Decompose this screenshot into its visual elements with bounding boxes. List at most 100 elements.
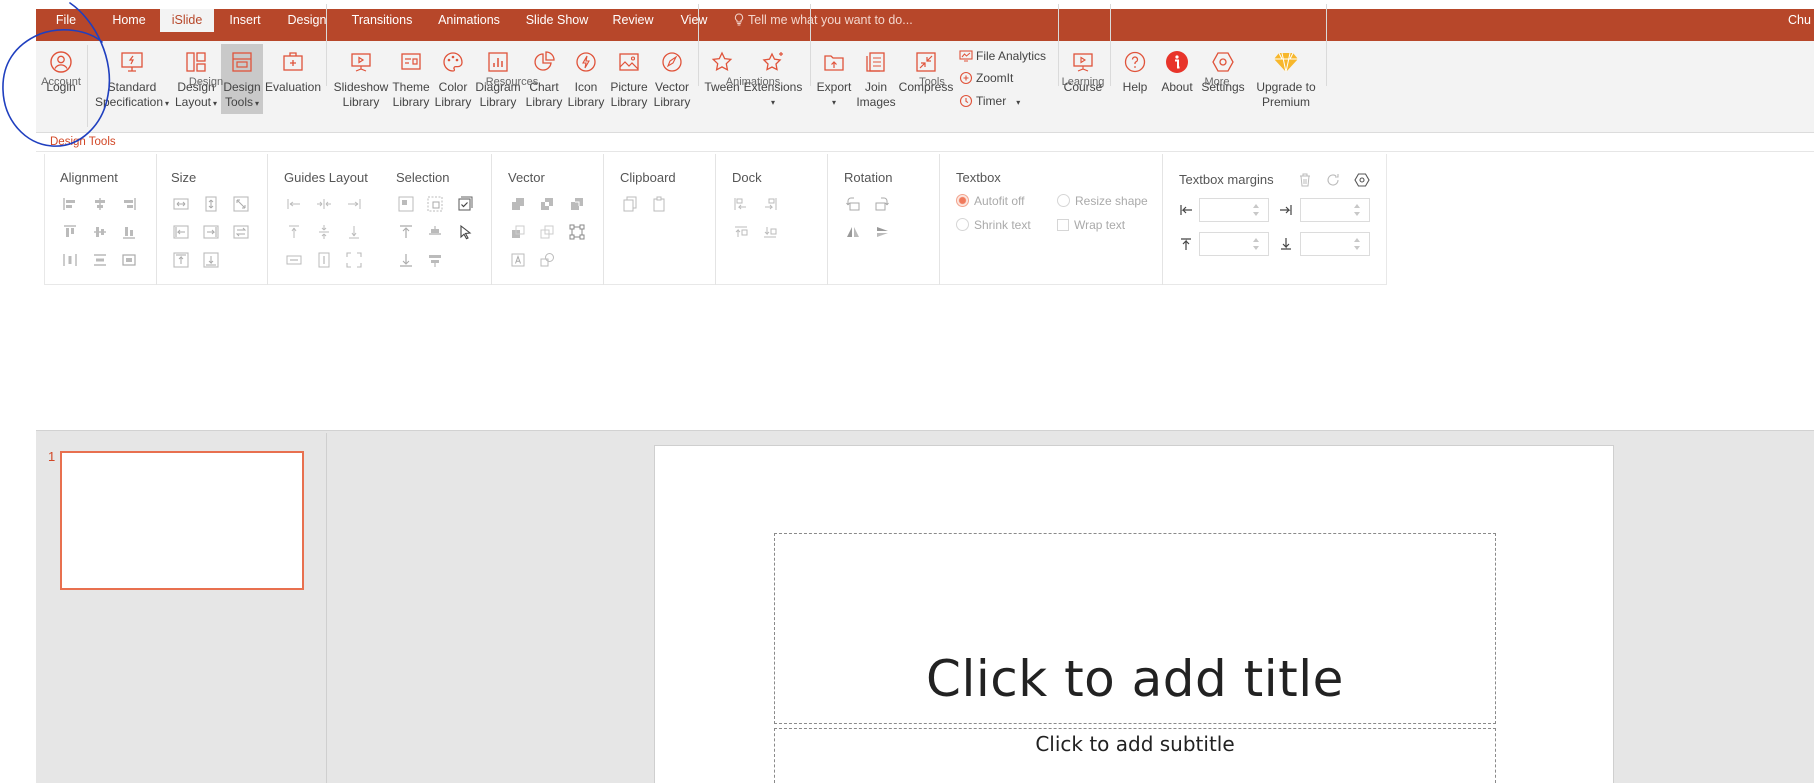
- align-bottom-icon[interactable]: [121, 224, 137, 240]
- tell-me-search[interactable]: Tell me what you want to do...: [734, 9, 913, 32]
- resize-shape-option[interactable]: Resize shape: [1057, 194, 1148, 208]
- section-separator: [156, 154, 157, 285]
- dropdown-arrow-icon: ▾: [770, 98, 775, 107]
- slide-thumbnail[interactable]: [60, 451, 304, 590]
- same-width-icon[interactable]: [173, 196, 189, 212]
- trash-icon[interactable]: [1297, 172, 1313, 188]
- tab-animations[interactable]: Animations: [432, 9, 506, 32]
- wrap-text-option[interactable]: Wrap text: [1057, 218, 1125, 232]
- vector-combine-icon[interactable]: [539, 196, 555, 212]
- tab-islide[interactable]: iSlide: [160, 9, 214, 32]
- dock-top-icon[interactable]: [733, 224, 749, 240]
- paste-size-icon[interactable]: [651, 196, 667, 212]
- copy-size-icon[interactable]: [622, 196, 638, 212]
- select-filter-icon[interactable]: [427, 252, 443, 268]
- select-middle-icon[interactable]: [427, 224, 443, 240]
- design-layout-label-2: Layout: [174, 95, 211, 109]
- align-top-icon[interactable]: [62, 224, 78, 240]
- vector-text-icon[interactable]: [510, 252, 526, 268]
- dock-right-icon[interactable]: [762, 196, 778, 212]
- guide-left-icon[interactable]: [286, 196, 302, 212]
- align-right-icon[interactable]: [121, 196, 137, 212]
- slideshow-icon: [351, 53, 371, 72]
- stretch-top-icon[interactable]: [173, 252, 189, 268]
- tell-me-placeholder: Tell me what you want to do...: [748, 13, 913, 27]
- rotate-right-icon[interactable]: [874, 196, 890, 212]
- stretch-bottom-icon[interactable]: [203, 252, 219, 268]
- theme-icon: [401, 53, 421, 70]
- vector-intersect-icon[interactable]: [510, 224, 526, 240]
- autofit-off-option[interactable]: Autofit off: [956, 194, 1024, 208]
- guide-bottom-icon[interactable]: [346, 224, 362, 240]
- margin-right-input[interactable]: [1300, 198, 1370, 222]
- same-size-icon[interactable]: [233, 196, 249, 212]
- dropdown-arrow-icon: ▾: [213, 99, 218, 108]
- file-analytics-button[interactable]: File Analytics: [959, 47, 1046, 65]
- rotate-left-icon[interactable]: [845, 196, 861, 212]
- same-height-icon[interactable]: [203, 196, 219, 212]
- guide-center-v-icon[interactable]: [316, 224, 332, 240]
- vector-union-icon[interactable]: [510, 196, 526, 212]
- flip-horizontal-icon[interactable]: [845, 224, 861, 240]
- section-separator: [715, 154, 716, 285]
- group-separator: [326, 4, 327, 86]
- distribute-vertical-icon[interactable]: [92, 252, 108, 268]
- guide-top-icon[interactable]: [286, 224, 302, 240]
- timer-button[interactable]: Timer ▾: [959, 92, 1020, 110]
- flip-vertical-icon[interactable]: [874, 224, 890, 240]
- select-similar-icon[interactable]: [427, 196, 443, 212]
- section-title-textbox: Textbox: [956, 170, 1001, 185]
- export-folder-icon: [824, 55, 844, 71]
- align-to-slide-icon[interactable]: [121, 252, 137, 268]
- tab-insert[interactable]: Insert: [222, 9, 268, 32]
- resize-shape-label: Resize shape: [1075, 194, 1148, 208]
- vector-edit-points-icon[interactable]: [569, 224, 585, 240]
- select-bottom-icon[interactable]: [398, 252, 414, 268]
- guide-fit-icon[interactable]: [346, 252, 362, 268]
- color-library-label-2: Library: [434, 95, 472, 109]
- slideshow-library-label-2: Library: [342, 95, 380, 109]
- section-separator: [1162, 154, 1163, 285]
- margin-left-input[interactable]: [1199, 198, 1269, 222]
- pointer-arrow-icon[interactable]: [457, 224, 473, 240]
- swap-size-icon[interactable]: [233, 224, 249, 240]
- margin-top-input[interactable]: [1199, 232, 1269, 256]
- settings-hexagon-icon[interactable]: [1354, 172, 1370, 188]
- align-middle-icon[interactable]: [92, 224, 108, 240]
- radio-unselected: [1057, 194, 1070, 207]
- section-separator: [491, 154, 492, 285]
- vector-fragment-icon[interactable]: [569, 196, 585, 212]
- vector-shapes-icon[interactable]: [539, 252, 555, 268]
- tab-view[interactable]: View: [676, 9, 712, 32]
- tab-review[interactable]: Review: [608, 9, 658, 32]
- align-left-icon[interactable]: [62, 196, 78, 212]
- select-check-icon[interactable]: [457, 196, 473, 212]
- guide-center-h-icon[interactable]: [316, 196, 332, 212]
- shrink-text-option[interactable]: Shrink text: [956, 218, 1031, 232]
- distribute-horizontal-icon[interactable]: [62, 252, 78, 268]
- dock-left-icon[interactable]: [733, 196, 749, 212]
- guide-height-icon[interactable]: [316, 252, 332, 268]
- refresh-icon[interactable]: [1325, 172, 1341, 188]
- section-title-size: Size: [171, 170, 197, 185]
- dropdown-arrow-icon: ▾: [1016, 98, 1021, 107]
- vector-subtract-icon[interactable]: [539, 224, 555, 240]
- dock-bottom-icon[interactable]: [762, 224, 778, 240]
- subtitle-placeholder-text: Click to add subtitle: [1035, 732, 1235, 756]
- stretch-left-icon[interactable]: [173, 224, 189, 240]
- stretch-right-icon[interactable]: [203, 224, 219, 240]
- select-same-icon[interactable]: [398, 196, 414, 212]
- guide-width-icon[interactable]: [286, 252, 302, 268]
- group-label-animations: Animations: [725, 76, 781, 88]
- tab-transitions[interactable]: Transitions: [348, 9, 416, 32]
- tab-slideshow[interactable]: Slide Show: [521, 9, 593, 32]
- guide-right-icon[interactable]: [346, 196, 362, 212]
- sparkle-star-icon: [762, 52, 783, 71]
- align-center-icon[interactable]: [92, 196, 108, 212]
- group-label-resources: Resources: [485, 76, 539, 88]
- select-top-icon[interactable]: [398, 224, 414, 240]
- margin-bottom-input[interactable]: [1300, 232, 1370, 256]
- section-separator: [827, 154, 828, 285]
- user-name[interactable]: Chu: [1788, 9, 1811, 32]
- pen-nib-icon: [662, 52, 682, 72]
